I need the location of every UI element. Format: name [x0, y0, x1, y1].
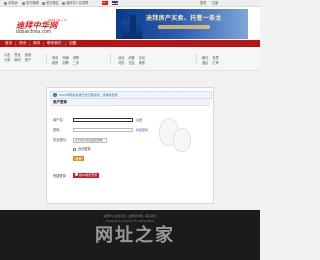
nav-divider — [65, 41, 66, 46]
footer-powered-by: Powered by Discuz! © 2001-2022 — [106, 219, 154, 223]
site-logo[interactable]: 迪拜中华网 迪拜华人第一门户 dubaichina.com — [16, 19, 67, 35]
subnav-link[interactable]: 商铺 — [62, 56, 68, 60]
info-notice: i 2022年网站系统已经迁移完成，请重新登录 — [50, 91, 212, 99]
login-title-bar: 用户登录 — [50, 99, 210, 106]
security-question-label: 安全提问： — [53, 138, 69, 142]
subnav-link[interactable]: 曝光 — [202, 56, 208, 60]
logo-english: dubaichina.com — [16, 29, 52, 35]
subnav-link[interactable]: 分类 — [4, 58, 10, 62]
top-link-register[interactable]: 注册 — [212, 1, 218, 5]
forgot-password-link[interactable]: 找回密码 — [136, 128, 148, 132]
english-flag-icon[interactable] — [112, 1, 118, 5]
nav-item-business[interactable]: 商讯 — [33, 41, 40, 46]
subnav-link[interactable]: 问答 — [118, 61, 124, 65]
security-question-select[interactable]: 安全提问(未设置请忽略) — [73, 138, 107, 143]
auto-login-checkbox[interactable] — [73, 148, 76, 151]
footer-links[interactable]: 迪拜华人交流论坛 - 迪拜中华网 - 联系我们 — [0, 214, 260, 218]
subnav-link[interactable]: 新闻 — [14, 58, 20, 62]
top-bar: 手机版 官方微博 官方微信 迪拜华人交流群 登录 注册 — [0, 0, 260, 7]
subnav-link[interactable]: 公告 — [4, 53, 10, 57]
subnav-link[interactable]: 租房 — [52, 61, 58, 65]
info-icon: i — [53, 93, 57, 97]
subnav-link[interactable]: 签证 — [14, 53, 20, 57]
subnav-link[interactable]: 论坛 — [139, 56, 145, 60]
login-card: i 2022年网站系统已经迁移完成，请重新登录 用户登录 用户名： 注册 密码：… — [46, 87, 214, 204]
nav-divider — [29, 41, 30, 46]
username-label: 用户名： — [53, 118, 66, 122]
tower-graphic — [130, 15, 136, 39]
login-title: 用户登录 — [53, 100, 67, 104]
subnav-link[interactable]: 机票 — [212, 56, 218, 60]
subnav-divider — [46, 54, 47, 64]
subnav-link[interactable]: 活动 — [118, 56, 124, 60]
banner-headline: 迪拜房产买卖、托管一条龙 — [146, 15, 222, 22]
subnav-link[interactable]: 交友 — [128, 61, 134, 65]
nav-item-join[interactable]: 加盟 — [69, 41, 76, 46]
subnav-group-3: 活动 问答 闲置 交友 论坛 美食 — [118, 56, 145, 65]
subnav-link[interactable]: 美食 — [139, 61, 145, 65]
wechat-icon — [42, 1, 45, 5]
ad-banner[interactable]: 迪拜房产买卖、托管一条龙 — [116, 9, 248, 39]
subnav-link[interactable]: 房产 — [25, 58, 31, 62]
top-link-login[interactable]: 登录 — [200, 1, 206, 5]
quick-login-label: 快捷登录： — [53, 174, 69, 178]
top-link-mobile[interactable]: 手机版 — [4, 1, 18, 5]
login-submit-button[interactable]: 登录 — [73, 156, 84, 161]
subnav-link[interactable]: 二手 — [73, 61, 79, 65]
nav-item-home[interactable]: 首页 — [5, 41, 12, 46]
subnav-link[interactable]: 旅游 — [25, 53, 31, 57]
top-link-group[interactable]: 迪拜华人交流群 — [62, 1, 88, 5]
username-input[interactable] — [73, 118, 133, 122]
top-link-wechat[interactable]: 官方微信 — [42, 1, 59, 5]
top-link-weibo[interactable]: 官方微博 — [22, 1, 39, 5]
main-nav: 首页 资讯 商讯 联系我们 加盟 — [0, 40, 260, 47]
subnav-group-2: 黄页 租房 商铺 招聘 求职 二手 — [52, 56, 79, 65]
qq-login-button[interactable]: 用QQ帐号登录 — [73, 173, 99, 178]
balloon-illustration — [173, 128, 191, 152]
banner-subline — [158, 25, 210, 29]
subnav-link[interactable]: 汇率 — [212, 61, 218, 65]
nav-divider — [15, 41, 16, 46]
password-label: 密码： — [53, 128, 63, 132]
subnav-divider — [196, 54, 197, 64]
subnav-divider — [110, 54, 111, 64]
password-input[interactable] — [73, 128, 133, 132]
subnav-link[interactable]: 求职 — [73, 56, 79, 60]
group-icon — [62, 1, 65, 5]
subnav-group-1: 公告 分类 签证 新闻 旅游 房产 — [4, 53, 31, 62]
subnav-link[interactable]: 招聘 — [62, 61, 68, 65]
nav-divider — [43, 41, 44, 46]
nav-item-news[interactable]: 资讯 — [19, 41, 26, 46]
weibo-icon — [22, 1, 25, 5]
subnav-link[interactable]: 酒店 — [202, 61, 208, 65]
info-notice-text: 2022年网站系统已经迁移完成，请重新登录 — [59, 93, 118, 97]
subnav-group-4: 曝光 酒店 机票 汇率 — [202, 56, 219, 65]
language-switch — [102, 1, 118, 5]
chinese-flag-icon[interactable] — [102, 1, 108, 5]
site-header: 迪拜中华网 迪拜华人第一门户 dubaichina.com 迪拜房产买卖、托管一… — [0, 7, 260, 40]
sub-nav: 公告 分类 签证 新闻 旅游 房产 黄页 租房 商铺 招聘 求职 二手 活动 问答 闲置 交友 … — [0, 47, 260, 71]
logo-tagline: 迪拜华人第一门户 — [48, 19, 68, 22]
subnav-link[interactable]: 闲置 — [128, 56, 134, 60]
register-link[interactable]: 注册 — [136, 118, 142, 122]
qq-icon — [74, 173, 78, 177]
subnav-link[interactable]: 黄页 — [52, 56, 58, 60]
nav-item-contact[interactable]: 联系我们 — [47, 41, 61, 46]
watermark-text: 网址之家 — [95, 225, 175, 246]
auto-login-label: 自动登录 — [78, 147, 91, 151]
phone-icon — [4, 1, 7, 5]
